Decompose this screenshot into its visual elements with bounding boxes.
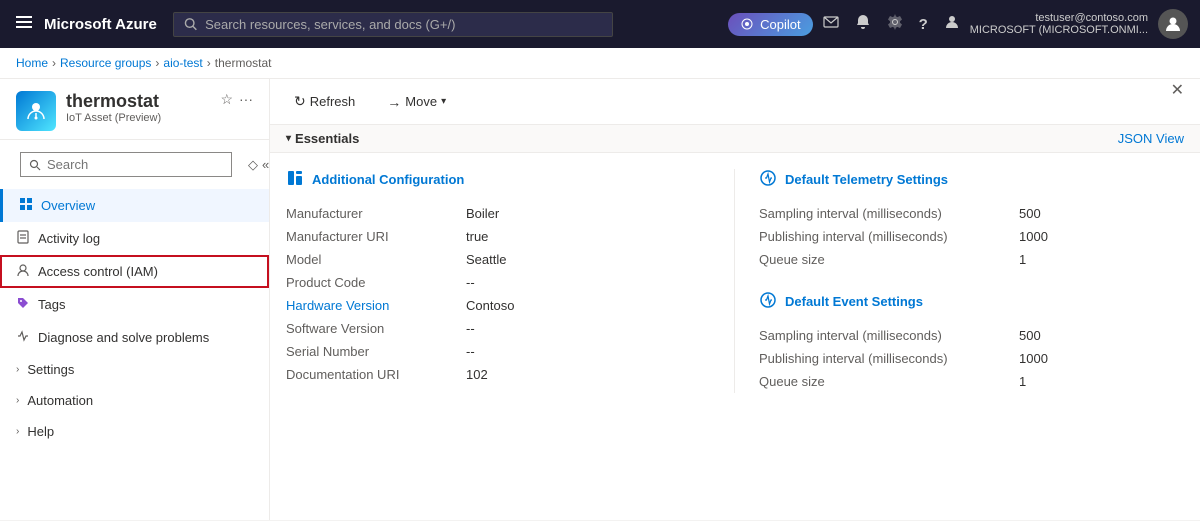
overview-label: Overview xyxy=(41,198,95,213)
sidebar-search-box[interactable] xyxy=(20,152,232,177)
sidebar-item-activity-log[interactable]: Activity log xyxy=(0,222,269,255)
settings-chevron-icon: › xyxy=(16,364,19,375)
tags-label: Tags xyxy=(38,297,65,312)
sidebar-item-tags[interactable]: Tags xyxy=(0,288,269,321)
automation-group-label: Automation xyxy=(27,393,93,408)
manufacturer-row: Manufacturer Boiler xyxy=(286,202,710,225)
activity-log-label: Activity log xyxy=(38,231,100,246)
help-icon[interactable]: ? xyxy=(913,10,934,39)
breadcrumb-home[interactable]: Home xyxy=(16,56,48,70)
sidebar-group-settings[interactable]: › Settings xyxy=(0,354,269,385)
model-row: Model Seattle xyxy=(286,248,710,271)
additional-config-icon xyxy=(286,169,304,190)
user-info: testuser@contoso.com MICROSOFT (MICROSOF… xyxy=(970,12,1148,36)
sidebar-search-input[interactable] xyxy=(47,157,223,172)
move-button[interactable]: → Move ▾ xyxy=(379,90,454,114)
telemetry-settings-icon xyxy=(759,169,777,190)
default-telemetry-section: Default Telemetry Settings Sampling inte… xyxy=(759,169,1184,271)
settings-group-label: Settings xyxy=(27,362,74,377)
more-options-icon[interactable]: ··· xyxy=(239,91,253,108)
additional-config-title: Additional Configuration xyxy=(286,169,710,190)
additional-config-section: Additional Configuration Manufacturer Bo… xyxy=(286,169,735,393)
azure-logo: Microsoft Azure xyxy=(44,16,157,33)
documentation-uri-row: Documentation URI 102 xyxy=(286,363,710,386)
default-event-title: Default Event Settings xyxy=(759,291,1184,312)
essentials-bar: ▾ Essentials JSON View xyxy=(270,125,1200,153)
resource-icon xyxy=(16,91,56,131)
telemetry-queue-row: Queue size 1 xyxy=(759,248,1184,271)
sidebar: thermostat IoT Asset (Preview) ☆ ··· ✕ ◇… xyxy=(0,79,270,520)
content-toolbar: ↻ Refresh → Move ▾ xyxy=(270,79,1200,125)
resource-header: thermostat IoT Asset (Preview) ☆ ··· ✕ xyxy=(0,79,269,140)
person-icon[interactable] xyxy=(938,8,966,41)
default-event-section: Default Event Settings Sampling interval… xyxy=(759,291,1184,393)
avatar[interactable] xyxy=(1158,9,1188,39)
global-search-input[interactable] xyxy=(205,17,602,32)
additional-config-fields: Manufacturer Boiler Manufacturer URI tru… xyxy=(286,202,710,386)
event-sampling-row: Sampling interval (milliseconds) 500 xyxy=(759,324,1184,347)
move-icon: → xyxy=(387,94,401,110)
envelope-icon[interactable] xyxy=(817,8,845,41)
help-group-label: Help xyxy=(27,424,54,439)
automation-chevron-icon: › xyxy=(16,395,19,406)
refresh-icon: ↻ xyxy=(294,93,306,110)
breadcrumb-resource-groups[interactable]: Resource groups xyxy=(60,56,151,70)
resource-name: thermostat xyxy=(66,91,210,112)
telemetry-sampling-row: Sampling interval (milliseconds) 500 xyxy=(759,202,1184,225)
sidebar-collapse-icon[interactable]: ◇ xyxy=(248,157,258,173)
help-chevron-icon: › xyxy=(16,426,19,437)
hamburger-icon[interactable] xyxy=(12,10,36,39)
essentials-toggle[interactable]: ▾ Essentials xyxy=(286,131,359,146)
essentials-chevron-icon: ▾ xyxy=(286,133,291,144)
product-code-row: Product Code -- xyxy=(286,271,710,294)
diagnose-icon xyxy=(16,329,30,346)
favorite-icon[interactable]: ☆ xyxy=(220,91,233,108)
hardware-version-row: Hardware Version Contoso xyxy=(286,294,710,317)
sidebar-pin-icon[interactable]: « xyxy=(262,157,269,172)
default-telemetry-title: Default Telemetry Settings xyxy=(759,169,1184,190)
event-settings-icon xyxy=(759,291,777,312)
resource-type: IoT Asset (Preview) xyxy=(66,112,210,124)
sidebar-item-diagnose[interactable]: Diagnose and solve problems xyxy=(0,321,269,354)
event-fields: Sampling interval (milliseconds) 500 Pub… xyxy=(759,324,1184,393)
resource-actions: ☆ ··· ✕ xyxy=(220,91,253,108)
copilot-button[interactable]: Copilot xyxy=(728,13,812,36)
access-control-icon xyxy=(16,263,30,280)
access-control-label: Access control (IAM) xyxy=(38,264,158,279)
resource-info: thermostat IoT Asset (Preview) xyxy=(66,91,210,124)
telemetry-publishing-row: Publishing interval (milliseconds) 1000 xyxy=(759,225,1184,248)
move-chevron-icon: ▾ xyxy=(441,96,446,107)
sidebar-group-help[interactable]: › Help xyxy=(0,416,269,447)
event-publishing-row: Publishing interval (milliseconds) 1000 xyxy=(759,347,1184,370)
json-view-link[interactable]: JSON View xyxy=(1118,131,1184,146)
sidebar-item-overview[interactable]: Overview xyxy=(0,189,269,222)
settings-icon[interactable] xyxy=(881,8,909,41)
content-body: Additional Configuration Manufacturer Bo… xyxy=(270,153,1200,409)
sidebar-nav: Overview Activity log Access control (IA… xyxy=(0,189,269,447)
main-layout: thermostat IoT Asset (Preview) ☆ ··· ✕ ◇… xyxy=(0,79,1200,520)
bell-icon[interactable] xyxy=(849,8,877,41)
breadcrumb: Home › Resource groups › aio-test › ther… xyxy=(0,48,1200,79)
activity-log-icon xyxy=(16,230,30,247)
manufacturer-uri-row: Manufacturer URI true xyxy=(286,225,710,248)
serial-number-row: Serial Number -- xyxy=(286,340,710,363)
event-queue-row: Queue size 1 xyxy=(759,370,1184,393)
breadcrumb-aio-test[interactable]: aio-test xyxy=(163,56,202,70)
topbar-right: Copilot ? testuser@contoso.com MICROSOFT… xyxy=(728,8,1188,41)
overview-icon xyxy=(19,197,33,214)
telemetry-fields: Sampling interval (milliseconds) 500 Pub… xyxy=(759,202,1184,271)
topbar: Microsoft Azure Copilot ? testuser@conto… xyxy=(0,0,1200,48)
global-search-box[interactable] xyxy=(173,12,613,37)
refresh-button[interactable]: ↻ Refresh xyxy=(286,89,363,114)
tags-icon xyxy=(16,296,30,313)
content-area: ↻ Refresh → Move ▾ ▾ Essentials JSON Vie… xyxy=(270,79,1200,520)
breadcrumb-current: thermostat xyxy=(215,56,272,70)
sidebar-group-automation[interactable]: › Automation xyxy=(0,385,269,416)
diagnose-label: Diagnose and solve problems xyxy=(38,330,209,345)
right-section: Default Telemetry Settings Sampling inte… xyxy=(735,169,1184,393)
software-version-row: Software Version -- xyxy=(286,317,710,340)
sidebar-item-access-control[interactable]: Access control (IAM) xyxy=(0,255,269,288)
